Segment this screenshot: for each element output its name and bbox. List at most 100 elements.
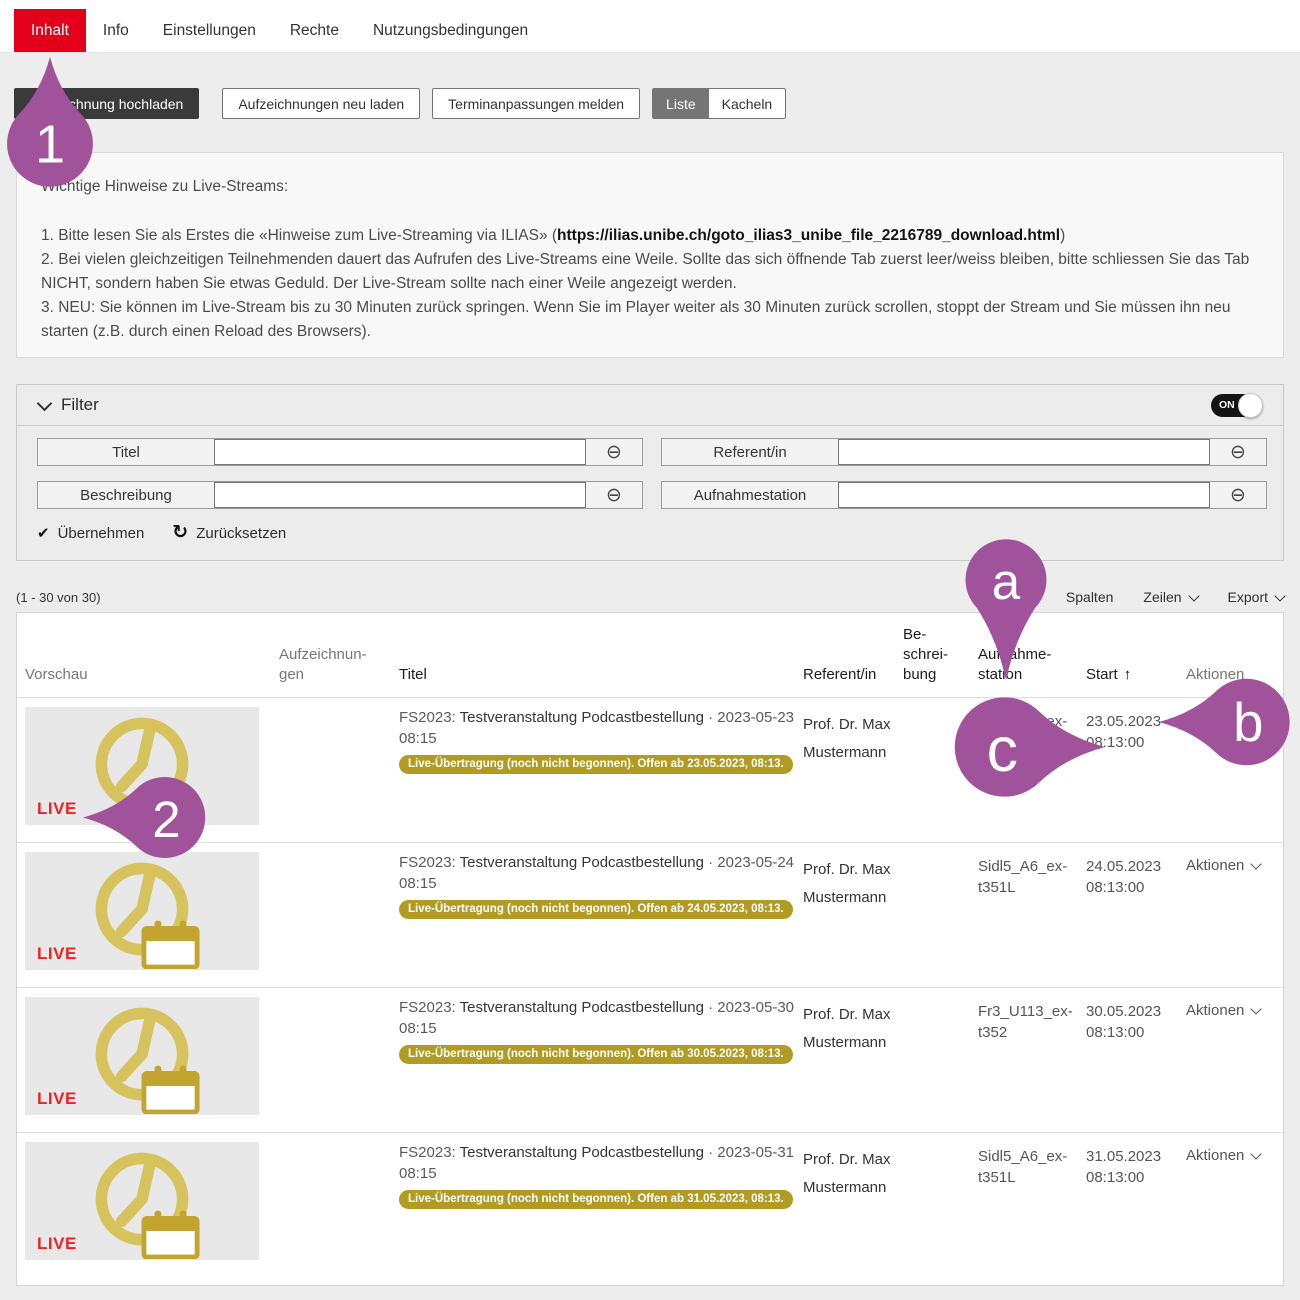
- title-separator: ·: [708, 854, 713, 871]
- notice-title: Wichtige Hinweise zu Live-Streams:: [41, 175, 1259, 199]
- live-status-badge: Live-Übertragung (noch nicht begonnen). …: [399, 1045, 793, 1064]
- recording-title-link[interactable]: Testveranstaltung Podcastbestellung: [460, 1144, 704, 1161]
- chevron-down-icon: [1188, 590, 1199, 601]
- header-start-label: Start: [1086, 666, 1118, 683]
- view-kacheln-button[interactable]: Kacheln: [709, 89, 786, 118]
- remove-filter-icon: ⊖: [606, 484, 622, 507]
- columns-label: Spalten: [1066, 589, 1113, 605]
- chevron-down-icon: [37, 396, 53, 412]
- live-stream-notice-box: Wichtige Hinweise zu Live-Streams: 1. Bi…: [16, 152, 1284, 358]
- remove-aufnahmestation-filter-button[interactable]: ⊖: [1210, 482, 1266, 508]
- row-actions-dropdown[interactable]: Aktionen: [1186, 1147, 1260, 1164]
- clock-calendar-icon: [84, 853, 200, 969]
- title-prefix: FS2023:: [399, 999, 456, 1016]
- remove-titel-filter-button[interactable]: ⊖: [586, 439, 642, 465]
- filter-group-aufnahmestation: Aufnahmestation ⊖: [661, 481, 1267, 509]
- export-dropdown[interactable]: Export: [1228, 589, 1284, 605]
- actions-label: Aktionen: [1186, 1147, 1244, 1164]
- chevron-down-icon: [1251, 1148, 1262, 1159]
- report-schedule-change-button[interactable]: Terminanpassungen melden: [432, 88, 640, 119]
- live-label: LIVE: [37, 1089, 77, 1109]
- aufnahmestation-filter-label: Aufnahmestation: [662, 482, 838, 508]
- table-row: LIVE FS2023: Testveranstaltung Podcastbe…: [17, 697, 1284, 842]
- filter-toggle-knob: [1238, 393, 1263, 418]
- aufnahmestation-filter-input[interactable]: [838, 482, 1210, 508]
- tab-einstellungen[interactable]: Einstellungen: [146, 9, 273, 52]
- upload-recording-button[interactable]: Aufzeichnung hochladen: [14, 88, 199, 119]
- live-status-badge: Live-Übertragung (noch nicht begonnen). …: [399, 900, 793, 919]
- station-cell: Sidl5_A6_ex- t351L: [978, 697, 1086, 842]
- export-label: Export: [1228, 589, 1268, 605]
- remove-referent-filter-button[interactable]: ⊖: [1210, 439, 1266, 465]
- referent-filter-label: Referent/in: [662, 439, 838, 465]
- notice-line-3: 3. NEU: Sie können im Live-Stream bis zu…: [41, 296, 1259, 344]
- header-titel[interactable]: Titel: [399, 613, 803, 697]
- filter-title[interactable]: Filter: [61, 395, 99, 415]
- beschreibung-filter-label: Beschreibung: [38, 482, 214, 508]
- station-cell: Fr3_U113_ex- t352: [978, 987, 1086, 1132]
- columns-dropdown[interactable]: Spalten: [1066, 589, 1113, 605]
- tab-inhalt[interactable]: Inhalt: [14, 9, 86, 52]
- row-actions-dropdown[interactable]: Aktionen: [1186, 712, 1260, 729]
- chevron-down-icon: [1274, 590, 1285, 601]
- title-prefix: FS2023:: [399, 854, 456, 871]
- view-liste-button[interactable]: Liste: [653, 89, 709, 118]
- title-separator: ·: [708, 1144, 713, 1161]
- referent-cell: Prof. Dr. Max Mustermann: [803, 987, 903, 1132]
- actions-label: Aktionen: [1186, 857, 1244, 874]
- hint-download-link[interactable]: https://ilias.unibe.ch/goto_ilias3_unibe…: [557, 227, 1060, 244]
- row-actions-dropdown[interactable]: Aktionen: [1186, 1002, 1260, 1019]
- rows-label: Zeilen: [1143, 589, 1181, 605]
- title-separator: ·: [708, 999, 713, 1016]
- notice-line-1-text: 1. Bitte lesen Sie als Erstes die «Hinwe…: [41, 227, 557, 244]
- filter-group-titel: Titel ⊖: [37, 438, 643, 466]
- referent-filter-input[interactable]: [838, 439, 1210, 465]
- filter-toggle[interactable]: ON: [1211, 394, 1261, 417]
- filter-panel: Filter ON Titel ⊖ Referent/in ⊖: [16, 384, 1284, 561]
- tab-rechte[interactable]: Rechte: [273, 9, 356, 52]
- notice-line-1: 1. Bitte lesen Sie als Erstes die «Hinwe…: [41, 224, 1259, 248]
- notice-line-1-close: ): [1060, 227, 1065, 244]
- remove-filter-icon: ⊖: [606, 441, 622, 464]
- view-mode-toggle: Liste Kacheln: [652, 88, 786, 119]
- recording-title-link[interactable]: Testveranstaltung Podcastbestellung: [460, 709, 704, 726]
- preview-thumbnail[interactable]: LIVE: [25, 707, 259, 825]
- reload-recordings-button[interactable]: Aufzeichnungen neu laden: [222, 88, 420, 119]
- tab-info[interactable]: Info: [86, 9, 146, 52]
- clock-calendar-icon: [84, 1143, 200, 1259]
- preview-thumbnail[interactable]: LIVE: [25, 997, 259, 1115]
- header-referent[interactable]: Referent/in: [803, 613, 903, 697]
- header-beschreibung[interactable]: Be- schrei- bung: [903, 613, 978, 697]
- remove-beschreibung-filter-button[interactable]: ⊖: [586, 482, 642, 508]
- start-cell: 30.05.2023 08:13:00: [1086, 987, 1186, 1132]
- start-cell: 31.05.2023 08:13:00: [1086, 1132, 1186, 1277]
- header-start[interactable]: Start ↑: [1086, 613, 1186, 697]
- remove-filter-icon: ⊖: [1230, 441, 1246, 464]
- header-aufnahmestation[interactable]: Aufnahme- station: [978, 613, 1086, 697]
- filter-toggle-label: ON: [1219, 399, 1235, 411]
- recording-title-link[interactable]: Testveranstaltung Podcastbestellung: [460, 999, 704, 1016]
- sort-ascending-icon: ↑: [1124, 666, 1132, 683]
- filter-group-beschreibung: Beschreibung ⊖: [37, 481, 643, 509]
- check-icon: ✔: [37, 524, 50, 542]
- beschreibung-filter-input[interactable]: [214, 482, 586, 508]
- station-cell: Sidl5_A6_ex- t351L: [978, 842, 1086, 987]
- apply-filter-button[interactable]: ✔ Übernehmen: [37, 524, 144, 542]
- tab-nutzungsbedingungen[interactable]: Nutzungsbedingungen: [356, 9, 545, 52]
- toolbar: Aufzeichnung hochladen Aufzeichnungen ne…: [14, 88, 786, 119]
- reset-filter-button[interactable]: ↻Zurücksetzen: [172, 525, 286, 542]
- rows-dropdown[interactable]: Zeilen: [1143, 589, 1197, 605]
- chevron-down-icon: [1251, 1003, 1262, 1014]
- preview-thumbnail[interactable]: LIVE: [25, 852, 259, 970]
- apply-filter-label: Übernehmen: [58, 525, 145, 542]
- title-prefix: FS2023:: [399, 709, 456, 726]
- titel-filter-input[interactable]: [214, 439, 586, 465]
- filter-group-referent: Referent/in ⊖: [661, 438, 1267, 466]
- clock-icon: [84, 708, 200, 824]
- recording-title-link[interactable]: Testveranstaltung Podcastbestellung: [460, 854, 704, 871]
- row-actions-dropdown[interactable]: Aktionen: [1186, 857, 1260, 874]
- preview-thumbnail[interactable]: LIVE: [25, 1142, 259, 1260]
- table-row: LIVE FS2023: Testveranstaltung Podcastbe…: [17, 1132, 1284, 1277]
- chevron-down-icon: [1251, 858, 1262, 869]
- remove-filter-icon: ⊖: [1230, 484, 1246, 507]
